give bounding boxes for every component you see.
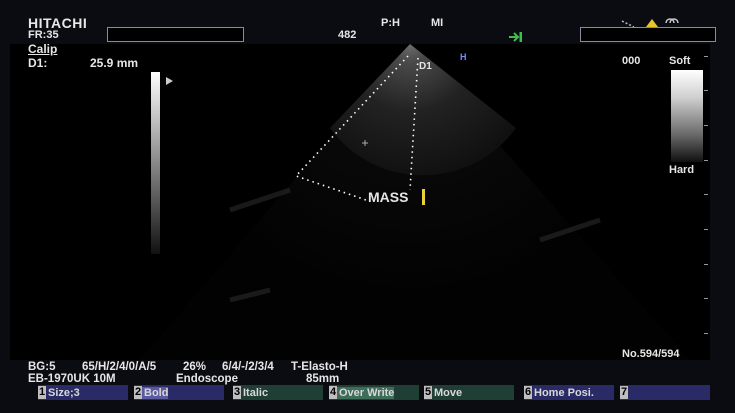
fkey-label: Over Write	[337, 386, 395, 399]
status-depth: 85mm	[306, 373, 340, 385]
fkey-bold[interactable]: 2 Bold	[134, 385, 224, 400]
fkey-number: 2	[134, 386, 142, 399]
fkey-label: Size;3	[48, 386, 80, 399]
fkey-number: 4	[329, 386, 337, 399]
caliper-label[interactable]: Calip	[28, 42, 57, 56]
fkey-label: Italic	[243, 386, 269, 399]
fkey-label: Bold	[142, 386, 169, 399]
fkey-7[interactable]: 7	[620, 385, 710, 400]
fkey-move[interactable]: 5 Move	[424, 385, 514, 400]
fkey-number: 3	[233, 386, 241, 399]
fkey-number: 7	[620, 386, 628, 399]
counter-value: 000	[622, 55, 641, 67]
fkey-size[interactable]: 1 Size;3	[38, 385, 128, 400]
fkey-label: Home Posi.	[534, 386, 594, 399]
status-params: 65/H/2/4/0/A/5	[82, 361, 157, 373]
grayscale-bar	[151, 72, 160, 254]
status-application: Endoscope	[176, 373, 238, 385]
status-mode-params: 6/4/-/2/3/4	[222, 361, 274, 373]
elasticity-scale-bar	[671, 70, 703, 162]
soft-label: Soft	[669, 55, 691, 67]
fkey-over-write[interactable]: 4 Over Write	[329, 385, 419, 400]
d1-label: D1:	[28, 56, 48, 70]
status-probe: EB-1970UK 10M	[28, 373, 116, 385]
hard-label: Hard	[669, 164, 695, 176]
mass-annotation[interactable]: MASS	[368, 189, 408, 205]
status-gain: 26%	[183, 361, 207, 373]
fkey-number: 1	[38, 386, 46, 399]
status-bg: BG:5	[28, 361, 56, 373]
fkey-home-position[interactable]: 6 Home Posi.	[524, 385, 614, 400]
status-mode: T-Elasto-H	[291, 361, 348, 373]
frame-counter: No.594/594	[622, 348, 680, 360]
h-marker: H	[460, 52, 467, 62]
d1-measurement-value: 25.9 mm	[90, 56, 139, 70]
fkey-label: Move	[434, 386, 463, 399]
text-cursor	[422, 189, 425, 205]
d1-marker: D1	[419, 61, 432, 72]
fkey-number: 6	[524, 386, 532, 399]
fkey-number: 5	[424, 386, 432, 399]
fkey-italic[interactable]: 3 Italic	[233, 385, 323, 400]
depth-scale	[704, 44, 708, 360]
triangle-marker-icon	[166, 77, 173, 85]
